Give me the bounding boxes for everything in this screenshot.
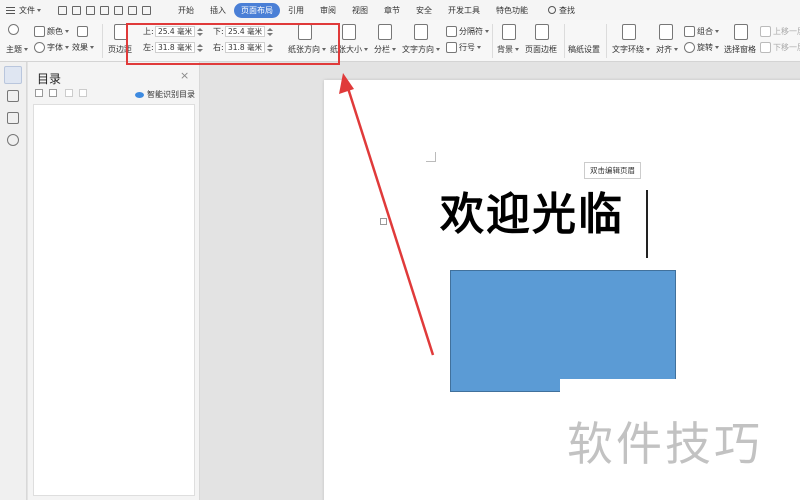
arrow-head bbox=[339, 73, 354, 94]
watermark-text: 软件技巧 bbox=[567, 417, 763, 471]
arrow-shaft bbox=[345, 84, 435, 356]
wps-writer-window: 文件 开始 插入 页面布局 引用 审阅 视图 章节 安全 开发工具 特色功能 查… bbox=[0, 0, 800, 500]
